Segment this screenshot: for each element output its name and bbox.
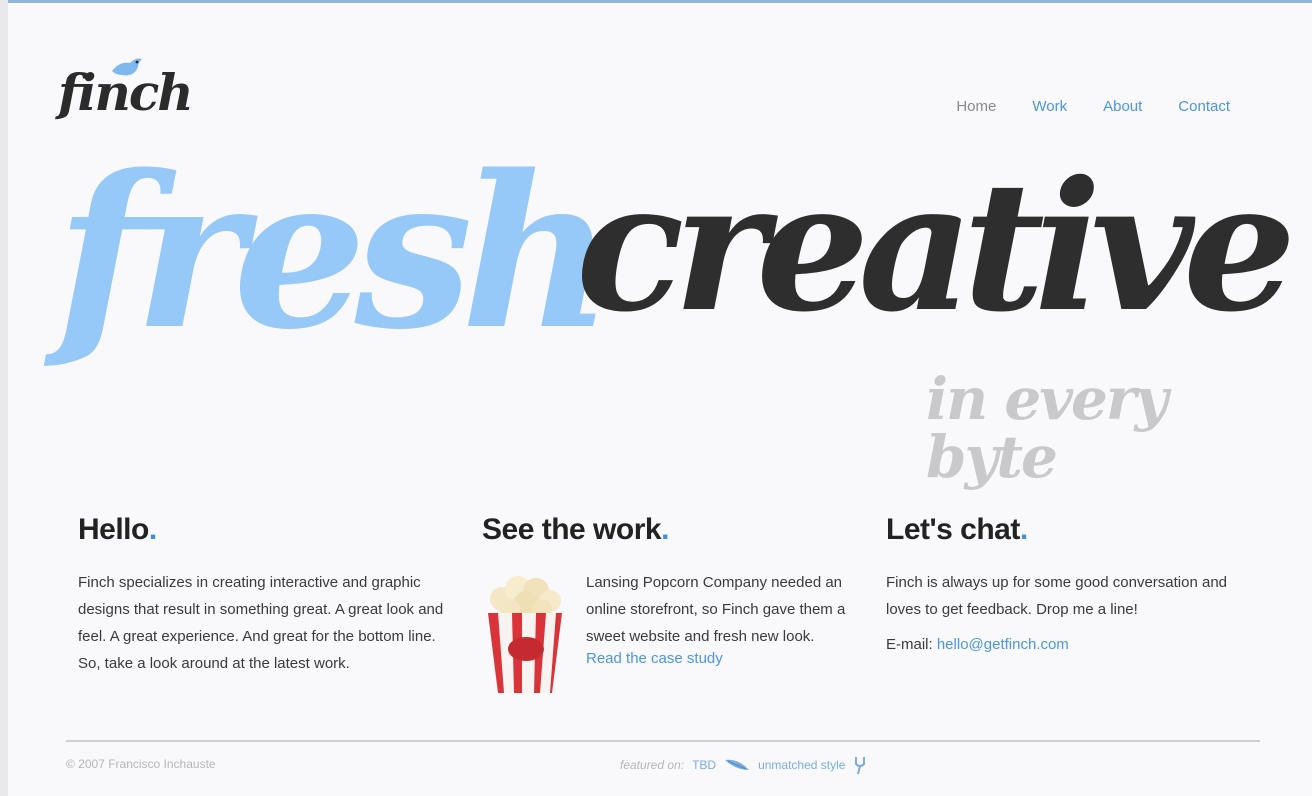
email-link[interactable]: hello@getfinch.com bbox=[937, 636, 1069, 653]
work-body-text: Lansing Popcorn Company needed an online… bbox=[586, 574, 846, 645]
email-label: E-mail: bbox=[886, 636, 933, 653]
chat-body: Finch is always up for some good convers… bbox=[886, 574, 1228, 618]
logo[interactable]: finch bbox=[58, 53, 194, 133]
featured-link-tbd[interactable]: TBD bbox=[692, 758, 716, 772]
hello-body: Finch specializes in creating interactiv… bbox=[78, 574, 444, 672]
featured-label: featured on: bbox=[620, 758, 685, 772]
footer-divider bbox=[66, 740, 1260, 742]
work-text: Lansing Popcorn Company needed an online… bbox=[586, 569, 856, 697]
logo-text: finch bbox=[58, 63, 194, 122]
work-heading: See the work. bbox=[482, 513, 669, 546]
heading-dot: . bbox=[1019, 513, 1028, 546]
hello-section: Hello. Finch specializes in creating int… bbox=[78, 513, 448, 677]
nav-contact[interactable]: Contact bbox=[1178, 98, 1230, 115]
case-study-link[interactable]: Read the case study bbox=[586, 650, 723, 667]
featured-link-unmatched-style[interactable]: unmatched style bbox=[758, 758, 845, 772]
popcorn-box-image[interactable] bbox=[482, 569, 568, 697]
hello-heading: Hello. bbox=[78, 513, 157, 546]
chat-section: Let's chat. Finch is always up for some … bbox=[886, 513, 1256, 658]
heading-dot: . bbox=[661, 513, 669, 546]
nav-about[interactable]: About bbox=[1103, 98, 1142, 115]
email-line: E-mail: hello@getfinch.com bbox=[886, 631, 1256, 658]
work-section: See the work. Lansing Popcorn Company ne bbox=[482, 513, 862, 697]
footer-copyright: © 2007 Francisco Inchauste bbox=[66, 757, 216, 771]
chat-heading: Let's chat. bbox=[886, 513, 1028, 546]
page: finch Home Work About Contact fresh crea… bbox=[8, 0, 1312, 796]
tuning-fork-icon bbox=[855, 757, 866, 775]
work-body: Lansing Popcorn Company needed an online… bbox=[482, 569, 862, 697]
hero-subline: in every byte bbox=[926, 365, 1168, 491]
hero-banner: fresh creative in every byte bbox=[56, 129, 1296, 487]
heading-dot: . bbox=[148, 513, 157, 546]
hero-word-fresh: fresh bbox=[56, 129, 613, 376]
feather-icon bbox=[725, 759, 750, 770]
hero-word-creative: creative bbox=[576, 142, 1296, 351]
footer-featured: featured on: TBD unmatched style bbox=[620, 755, 867, 775]
main-nav: Home Work About Contact bbox=[956, 98, 1230, 115]
nav-home[interactable]: Home bbox=[956, 98, 996, 115]
nav-work[interactable]: Work bbox=[1032, 98, 1067, 115]
